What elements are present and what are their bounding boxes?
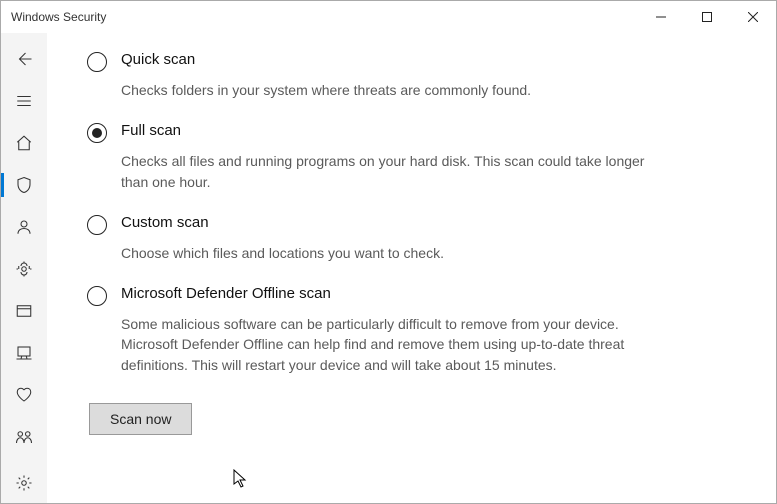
radio-icon xyxy=(87,215,107,235)
window-title: Windows Security xyxy=(11,10,106,24)
radio-icon xyxy=(87,286,107,306)
minimize-icon xyxy=(656,12,666,22)
gear-icon xyxy=(15,474,33,492)
sidebar-item-family-options[interactable] xyxy=(1,417,47,457)
minimize-button[interactable] xyxy=(638,1,684,33)
close-icon xyxy=(748,12,758,22)
titlebar: Windows Security xyxy=(1,1,776,33)
option-description: Choose which files and locations you wan… xyxy=(121,243,661,263)
radio-icon xyxy=(87,123,107,143)
windows-security-window: Windows Security xyxy=(0,0,777,504)
sidebar xyxy=(1,33,47,503)
device-icon xyxy=(15,344,33,362)
sidebar-item-device-performance[interactable] xyxy=(1,375,47,415)
hamburger-icon xyxy=(15,92,33,110)
window-body: Quick scan Checks folders in your system… xyxy=(1,33,776,503)
option-title: Custom scan xyxy=(121,214,209,231)
sidebar-item-account-protection[interactable] xyxy=(1,207,47,247)
scan-options-scroll[interactable]: Quick scan Checks folders in your system… xyxy=(47,33,776,503)
sidebar-item-virus-protection[interactable] xyxy=(1,165,47,205)
shield-icon xyxy=(15,176,33,194)
option-offline-scan[interactable]: Microsoft Defender Offline scan xyxy=(87,285,736,306)
close-button[interactable] xyxy=(730,1,776,33)
maximize-button[interactable] xyxy=(684,1,730,33)
sidebar-item-firewall[interactable] xyxy=(1,249,47,289)
caption-buttons xyxy=(638,1,776,33)
back-arrow-icon xyxy=(15,50,33,68)
radio-icon xyxy=(87,52,107,72)
menu-button[interactable] xyxy=(1,81,47,121)
option-title: Microsoft Defender Offline scan xyxy=(121,285,331,302)
content-area: Quick scan Checks folders in your system… xyxy=(47,33,776,503)
maximize-icon xyxy=(702,12,712,22)
option-full-scan[interactable]: Full scan xyxy=(87,122,736,143)
sidebar-item-settings[interactable] xyxy=(1,463,47,503)
sidebar-item-app-browser-control[interactable] xyxy=(1,291,47,331)
option-custom-scan[interactable]: Custom scan xyxy=(87,214,736,235)
person-icon xyxy=(15,218,33,236)
option-description: Checks all files and running programs on… xyxy=(121,151,661,192)
sidebar-item-device-security[interactable] xyxy=(1,333,47,373)
scan-now-button[interactable]: Scan now xyxy=(89,403,192,435)
option-title: Full scan xyxy=(121,122,181,139)
option-description: Some malicious software can be particula… xyxy=(121,314,661,375)
family-icon xyxy=(15,428,33,446)
sidebar-item-home[interactable] xyxy=(1,123,47,163)
network-icon xyxy=(15,260,33,278)
home-icon xyxy=(15,134,33,152)
option-title: Quick scan xyxy=(121,51,195,68)
option-description: Checks folders in your system where thre… xyxy=(121,80,661,100)
back-button[interactable] xyxy=(1,39,47,79)
heart-icon xyxy=(15,386,33,404)
option-quick-scan[interactable]: Quick scan xyxy=(87,51,736,72)
app-window-icon xyxy=(15,302,33,320)
